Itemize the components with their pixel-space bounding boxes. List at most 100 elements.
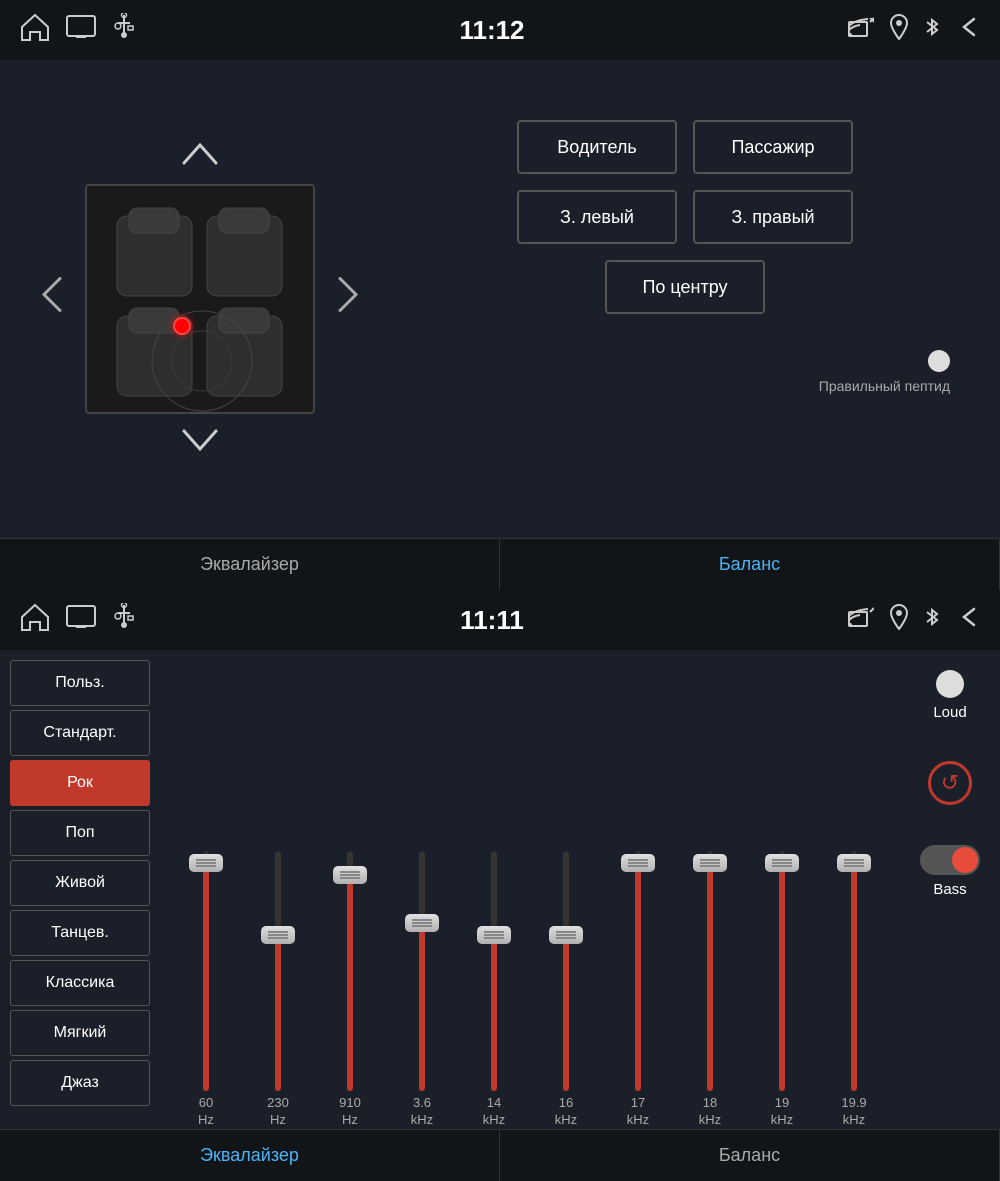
back-icon[interactable] [956, 15, 980, 45]
speaker-position-dot[interactable] [173, 317, 191, 335]
slider-track-6[interactable] [635, 851, 641, 1091]
tab-equalizer-top[interactable]: Эквалайзер [0, 539, 500, 590]
location-icon[interactable] [890, 14, 908, 46]
bass-toggle[interactable] [920, 845, 980, 875]
freq-label-4: 14kHz [483, 1095, 505, 1129]
freq-label-0: 60Hz [198, 1095, 214, 1129]
preset-btn-jazz[interactable]: Джаз [10, 1060, 150, 1106]
slider-thumb-1[interactable] [261, 926, 295, 944]
speaker-image [85, 184, 315, 414]
center-button[interactable]: По центру [605, 260, 765, 314]
status-bar-right-icons [848, 14, 980, 46]
eq-presets-sidebar: Польз.Стандарт.РокПопЖивойТанцев.Классик… [0, 650, 160, 1129]
slider-thumb-2[interactable] [333, 866, 367, 884]
balance-dot [928, 350, 950, 372]
rear-right-button[interactable]: З. правый [693, 190, 853, 244]
slider-track-8[interactable] [779, 851, 785, 1091]
slider-thumb-6[interactable] [621, 854, 655, 872]
freq-label-1: 230Hz [267, 1095, 289, 1129]
freq-label-5: 16kHz [555, 1095, 577, 1129]
speaker-right-arrow[interactable] [336, 275, 360, 324]
bass-toggle-knob [952, 847, 978, 873]
slider-track-3[interactable] [419, 851, 425, 1091]
loud-toggle[interactable] [936, 670, 964, 698]
freq-label-8: 19kHz [771, 1095, 793, 1129]
preset-btn-soft[interactable]: Мягкий [10, 1010, 150, 1056]
eq-slider-col-6: 17kHz [602, 831, 674, 1129]
eq-right-controls: Loud ↺ Bass [900, 650, 1000, 1129]
bottom-home-icon[interactable] [20, 603, 50, 637]
bottom-bluetooth-icon[interactable] [924, 604, 940, 636]
reset-icon: ↺ [941, 770, 959, 796]
preset-btn-dance[interactable]: Танцев. [10, 910, 150, 956]
home-icon[interactable] [20, 13, 50, 47]
slider-thumb-0[interactable] [189, 854, 223, 872]
slider-thumb-4[interactable] [477, 926, 511, 944]
tab-equalizer-bottom[interactable]: Эквалайзер [0, 1130, 500, 1181]
slider-thumb-7[interactable] [693, 854, 727, 872]
eq-slider-col-3: 3.6kHz [386, 831, 458, 1129]
bottom-cast-icon[interactable] [848, 606, 874, 634]
preset-btn-pop[interactable]: Поп [10, 810, 150, 856]
slider-track-2[interactable] [347, 851, 353, 1091]
driver-button[interactable]: Водитель [517, 120, 677, 174]
preset-btn-live[interactable]: Живой [10, 860, 150, 906]
rear-left-button[interactable]: З. левый [517, 190, 677, 244]
zone-buttons-area: Водитель Пассажир З. левый З. правый По … [400, 80, 970, 518]
reset-button[interactable]: ↺ [928, 761, 972, 805]
freq-label-2: 910Hz [339, 1095, 361, 1129]
top-main-content: Водитель Пассажир З. левый З. правый По … [0, 60, 1000, 538]
bottom-back-icon[interactable] [956, 605, 980, 635]
speaker-left-arrow[interactable] [40, 275, 64, 324]
balance-label: Правильный пептид [819, 378, 950, 394]
status-bar-left-icons [20, 13, 136, 47]
preset-btn-classic[interactable]: Классика [10, 960, 150, 1006]
center-btn-row: По центру [605, 260, 765, 314]
bluetooth-icon[interactable] [924, 14, 940, 46]
eq-slider-col-1: 230Hz [242, 831, 314, 1129]
slider-track-0[interactable] [203, 851, 209, 1091]
eq-slider-col-2: 910Hz [314, 831, 386, 1129]
preset-btn-rock[interactable]: Рок [10, 760, 150, 806]
eq-slider-col-8: 19kHz [746, 831, 818, 1129]
top-tab-bar: Эквалайзер Баланс [0, 538, 1000, 590]
slider-track-4[interactable] [491, 851, 497, 1091]
bass-label: Bass [933, 881, 966, 898]
bottom-usb-icon[interactable] [112, 603, 136, 637]
bottom-status-bar-right [848, 604, 980, 636]
bottom-time: 11:11 [460, 605, 524, 636]
slider-thumb-9[interactable] [837, 854, 871, 872]
screen-icon[interactable] [66, 15, 96, 45]
loud-label: Loud [933, 704, 966, 721]
bottom-location-icon[interactable] [890, 604, 908, 636]
slider-thumb-5[interactable] [549, 926, 583, 944]
slider-thumb-8[interactable] [765, 854, 799, 872]
bottom-panel: 11:11 [0, 590, 1000, 1181]
top-panel: 11:12 [0, 0, 1000, 590]
eq-slider-col-0: 60Hz [170, 831, 242, 1129]
bottom-screen-icon[interactable] [66, 605, 96, 635]
usb-icon[interactable] [112, 13, 136, 47]
preset-btn-user[interactable]: Польз. [10, 660, 150, 706]
freq-label-7: 18kHz [699, 1095, 721, 1129]
balance-indicator: Правильный пептид [400, 350, 970, 394]
freq-label-3: 3.6kHz [411, 1095, 433, 1129]
speaker-down-arrow[interactable] [180, 422, 220, 464]
top-status-bar: 11:12 [0, 0, 1000, 60]
slider-track-7[interactable] [707, 851, 713, 1091]
top-btn-row: Водитель Пассажир [517, 120, 853, 174]
slider-thumb-3[interactable] [405, 914, 439, 932]
slider-track-1[interactable] [275, 851, 281, 1091]
slider-track-9[interactable] [851, 851, 857, 1091]
preset-btn-standard[interactable]: Стандарт. [10, 710, 150, 756]
bass-section: Bass [920, 845, 980, 898]
slider-track-5[interactable] [563, 851, 569, 1091]
bottom-status-bar-left [20, 603, 136, 637]
cast-icon[interactable] [848, 16, 874, 44]
speaker-up-arrow[interactable] [180, 134, 220, 176]
tab-balance-bottom[interactable]: Баланс [500, 1130, 1000, 1181]
tab-balance-top[interactable]: Баланс [500, 539, 1000, 590]
eq-content: Польз.Стандарт.РокПопЖивойТанцев.Классик… [0, 650, 1000, 1129]
freq-label-6: 17kHz [627, 1095, 649, 1129]
passenger-button[interactable]: Пассажир [693, 120, 853, 174]
